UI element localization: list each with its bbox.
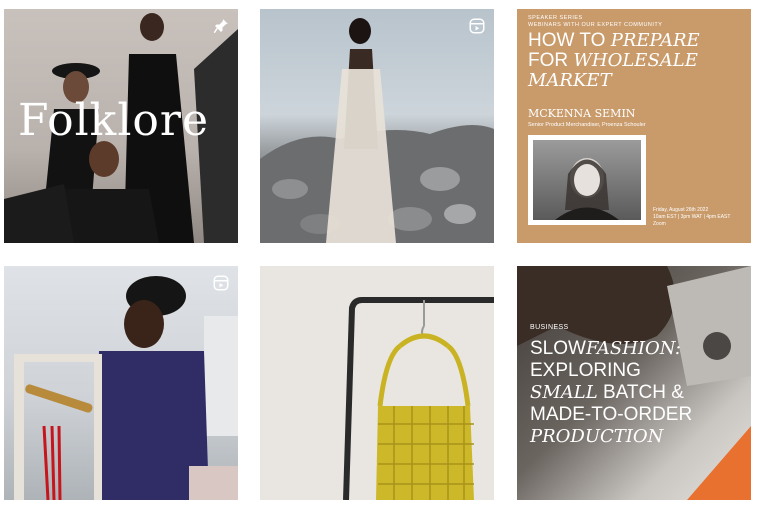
- post-image-macrame-dress: [260, 18, 494, 243]
- post-tile-artisan-weaving[interactable]: [4, 266, 238, 500]
- post-category: BUSINESS: [530, 324, 569, 331]
- speaker-photo: [528, 135, 646, 225]
- post-tile-macrame-bag[interactable]: [260, 266, 494, 500]
- post-title: HOW TO PREPARE FOR WHOLESALE MARKET: [528, 30, 700, 91]
- post-title: SLOWFASHION: EXPLORING SMALL BATCH & MAD…: [530, 338, 693, 447]
- post-image-artisan-weaving: [14, 276, 238, 500]
- post-tile-slow-fashion[interactable]: BUSINESS SLOWFASHION: EXPLORING SMALL BA…: [517, 266, 751, 500]
- reel-icon: [213, 275, 229, 291]
- post-tile-folklore[interactable]: Folklore: [4, 9, 238, 243]
- post-tile-speaker-series[interactable]: SPEAKER SERIES WEBINARS WITH OUR EXPERT …: [517, 9, 751, 243]
- speaker-portrait: [555, 158, 619, 220]
- reel-icon: [469, 18, 485, 34]
- post-image-macrame-bag: [343, 297, 494, 500]
- post-series-label: SPEAKER SERIES WEBINARS WITH OUR EXPERT …: [528, 15, 663, 28]
- event-details: Friday, August 26th 2022 10am EST | 3pm …: [653, 207, 731, 227]
- pin-icon: [213, 19, 228, 34]
- post-tile-macrame-dress[interactable]: [260, 9, 494, 243]
- speaker-role: Senior Product Merchandiser, Proenza Sch…: [528, 122, 646, 128]
- speaker-name: MCKENNA SEMIN: [528, 107, 636, 120]
- post-overlay-title: Folklore: [18, 95, 209, 146]
